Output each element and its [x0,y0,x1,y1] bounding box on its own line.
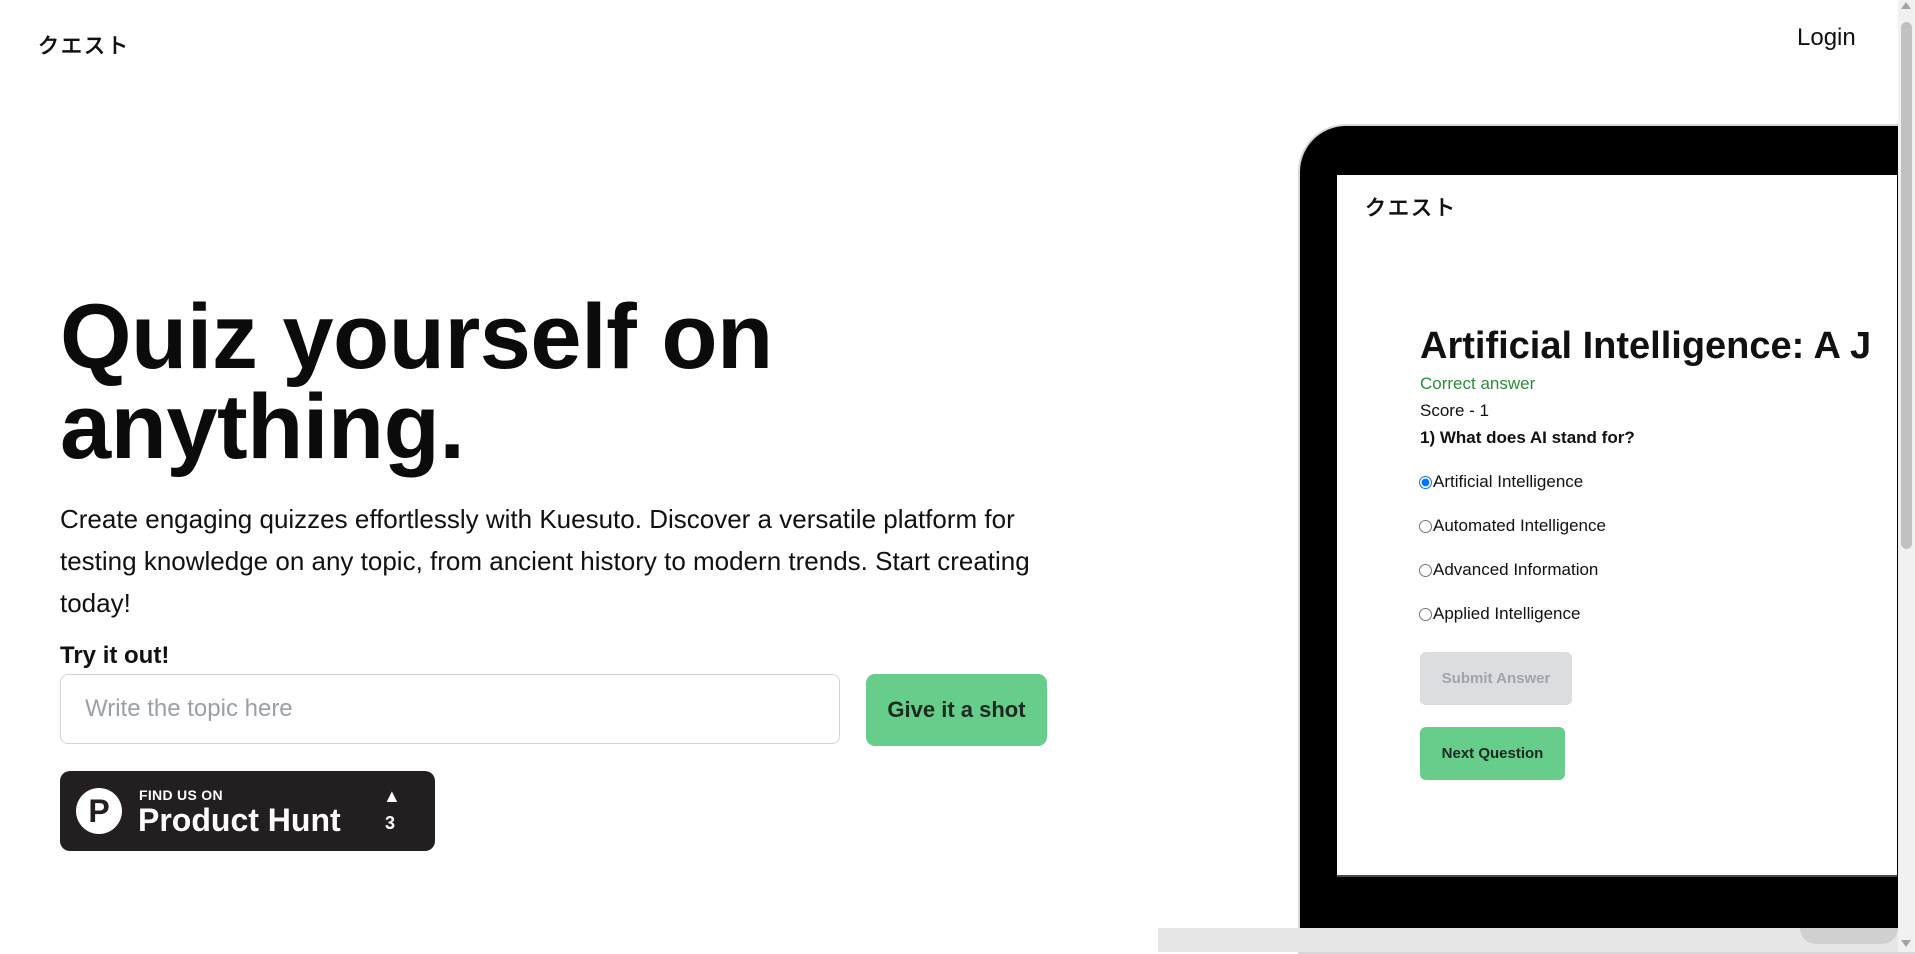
laptop-mockup-notch [1800,928,1898,944]
mockup-submit-answer-button: Submit Answer [1420,652,1572,705]
mockup-option: Automated Intelligence [1419,516,1606,536]
try-it-label: Try it out! [60,642,170,669]
mockup-next-question-button: Next Question [1420,727,1565,780]
hero-description: Create engaging quizzes effortlessly wit… [60,504,1030,618]
product-hunt-find-label: FIND US ON [139,787,223,803]
hero-headline-line2: anything. [60,376,465,478]
mockup-option: Applied Intelligence [1419,604,1580,624]
product-hunt-logo-icon: P [76,788,122,834]
upvote-arrow-icon: ▲ [383,786,401,806]
mockup-option-label: Automated Intelligence [1433,516,1606,535]
upvote-count: 3 [385,813,396,833]
page-scrollbar[interactable] [1898,0,1915,952]
product-hunt-badge[interactable]: P FIND US ON Product Hunt ▲ 3 [60,771,435,851]
topic-input[interactable] [60,674,840,744]
mockup-option-radio [1419,563,1432,577]
mockup-quiz-title: Artificial Intelligence: A J [1420,325,1872,367]
mockup-option-radio [1419,607,1432,621]
login-link[interactable]: Login [1797,24,1856,52]
laptop-mockup-base [1158,928,1898,952]
mockup-feedback: Correct answer [1420,374,1536,393]
mockup-option-radio [1419,475,1432,489]
product-hunt-name: Product Hunt [138,802,341,838]
hero-section: Quiz yourself on anything. Create engagi… [60,291,1040,670]
hero-headline: Quiz yourself on anything. [60,291,1040,473]
laptop-mockup-screen: クエスト Artificial Intelligence: A J Correc… [1337,175,1897,877]
scroll-up-arrow-icon[interactable] [1901,2,1911,9]
mockup-option-label: Advanced Information [1433,560,1599,579]
mockup-option-label: Artificial Intelligence [1433,472,1584,491]
mockup-logo: クエスト [1365,197,1457,220]
scrollbar-thumb[interactable] [1901,22,1912,549]
mockup-option-radio [1419,519,1432,533]
mockup-score: Score - 1 [1420,401,1489,420]
hero-headline-line1: Quiz yourself on [60,286,773,388]
mockup-option: Advanced Information [1419,560,1598,580]
mockup-option-label: Applied Intelligence [1433,604,1581,623]
mockup-question: 1) What does AI stand for? [1420,428,1635,447]
give-it-a-shot-button[interactable]: Give it a shot [866,674,1047,746]
scroll-down-arrow-icon[interactable] [1901,940,1911,947]
mockup-option: Artificial Intelligence [1419,472,1583,492]
site-logo[interactable]: クエスト [38,30,130,60]
